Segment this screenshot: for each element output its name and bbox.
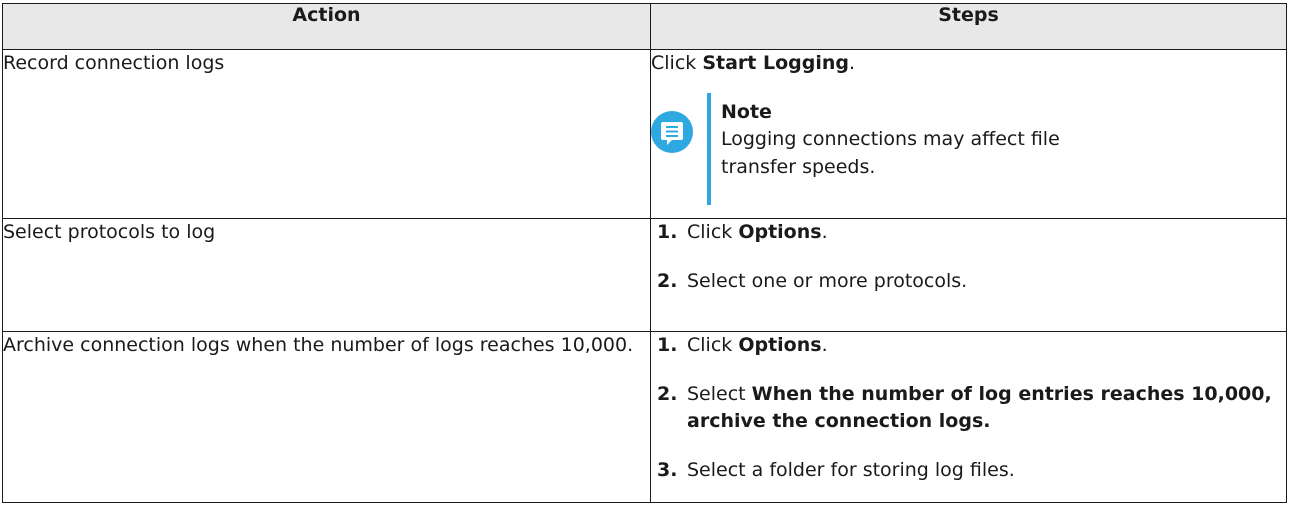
ui-label-start-logging: Start Logging bbox=[702, 52, 849, 74]
actions-steps-table: Action Steps Record connection logs Clic… bbox=[2, 3, 1287, 503]
action-cell: Archive connection logs when the number … bbox=[2, 331, 651, 503]
steps-cell: 1. Click Options. 2. Select one or more pr… bbox=[650, 218, 1287, 332]
step-item: 1. Click Options. bbox=[651, 219, 1286, 246]
ui-label-archive-option: When the number of log entries reaches 1… bbox=[687, 383, 1272, 432]
step-number: 1. bbox=[657, 221, 678, 243]
step-prefix: Select bbox=[687, 383, 752, 405]
note-body: Note Logging connections may affect file… bbox=[721, 99, 1061, 181]
action-cell: Select protocols to log bbox=[2, 218, 651, 332]
step-item: 2. Select one or more protocols. bbox=[651, 268, 1286, 295]
step-text: Select one or more protocols. bbox=[687, 270, 968, 292]
note-text: Logging connections may affect file tran… bbox=[721, 128, 1060, 178]
step-suffix: . bbox=[821, 334, 828, 356]
step-suffix: . bbox=[821, 221, 828, 243]
note-speech-icon bbox=[651, 111, 693, 153]
step-prefix: Click bbox=[687, 334, 739, 356]
action-cell: Record connection logs bbox=[2, 49, 651, 219]
step-suffix: . bbox=[848, 52, 856, 74]
column-header-steps: Steps bbox=[650, 3, 1287, 50]
table-header-row: Action Steps bbox=[2, 3, 1287, 50]
note-callout: Note Logging connections may affect file… bbox=[651, 93, 1286, 205]
steps-cell: Click Start Logging. Note Logging connec… bbox=[650, 49, 1287, 219]
note-accent-bar bbox=[707, 93, 711, 205]
table-row: Select protocols to log 1. Click Options.… bbox=[2, 218, 1287, 332]
step-number: 2. bbox=[657, 270, 678, 292]
note-title: Note bbox=[721, 101, 772, 123]
table-row: Archive connection logs when the number … bbox=[2, 331, 1287, 503]
step-list: 1. Click Options. 2. Select When the numbe… bbox=[651, 332, 1286, 484]
column-header-action: Action bbox=[2, 3, 651, 50]
step-list: 1. Click Options. 2. Select one or more pr… bbox=[651, 219, 1286, 295]
steps-cell: 1. Click Options. 2. Select When the numbe… bbox=[650, 331, 1287, 503]
step-item: 1. Click Options. bbox=[651, 332, 1286, 359]
table-row: Record connection logs Click Start Loggi… bbox=[2, 49, 1287, 219]
step-number: 2. bbox=[657, 383, 678, 405]
step-number: 1. bbox=[657, 334, 678, 356]
step-number: 3. bbox=[657, 459, 678, 481]
step-text: Select a folder for storing log files. bbox=[687, 459, 1015, 481]
step-item: 3. Select a folder for storing log files. bbox=[651, 457, 1286, 484]
step-text: Click Start Logging. bbox=[651, 50, 1286, 77]
step-item: 2. Select When the number of log entries … bbox=[651, 381, 1286, 435]
step-prefix: Click bbox=[687, 221, 739, 243]
ui-label-options: Options bbox=[738, 334, 822, 356]
step-prefix: Click bbox=[651, 52, 703, 74]
ui-label-options: Options bbox=[738, 221, 822, 243]
